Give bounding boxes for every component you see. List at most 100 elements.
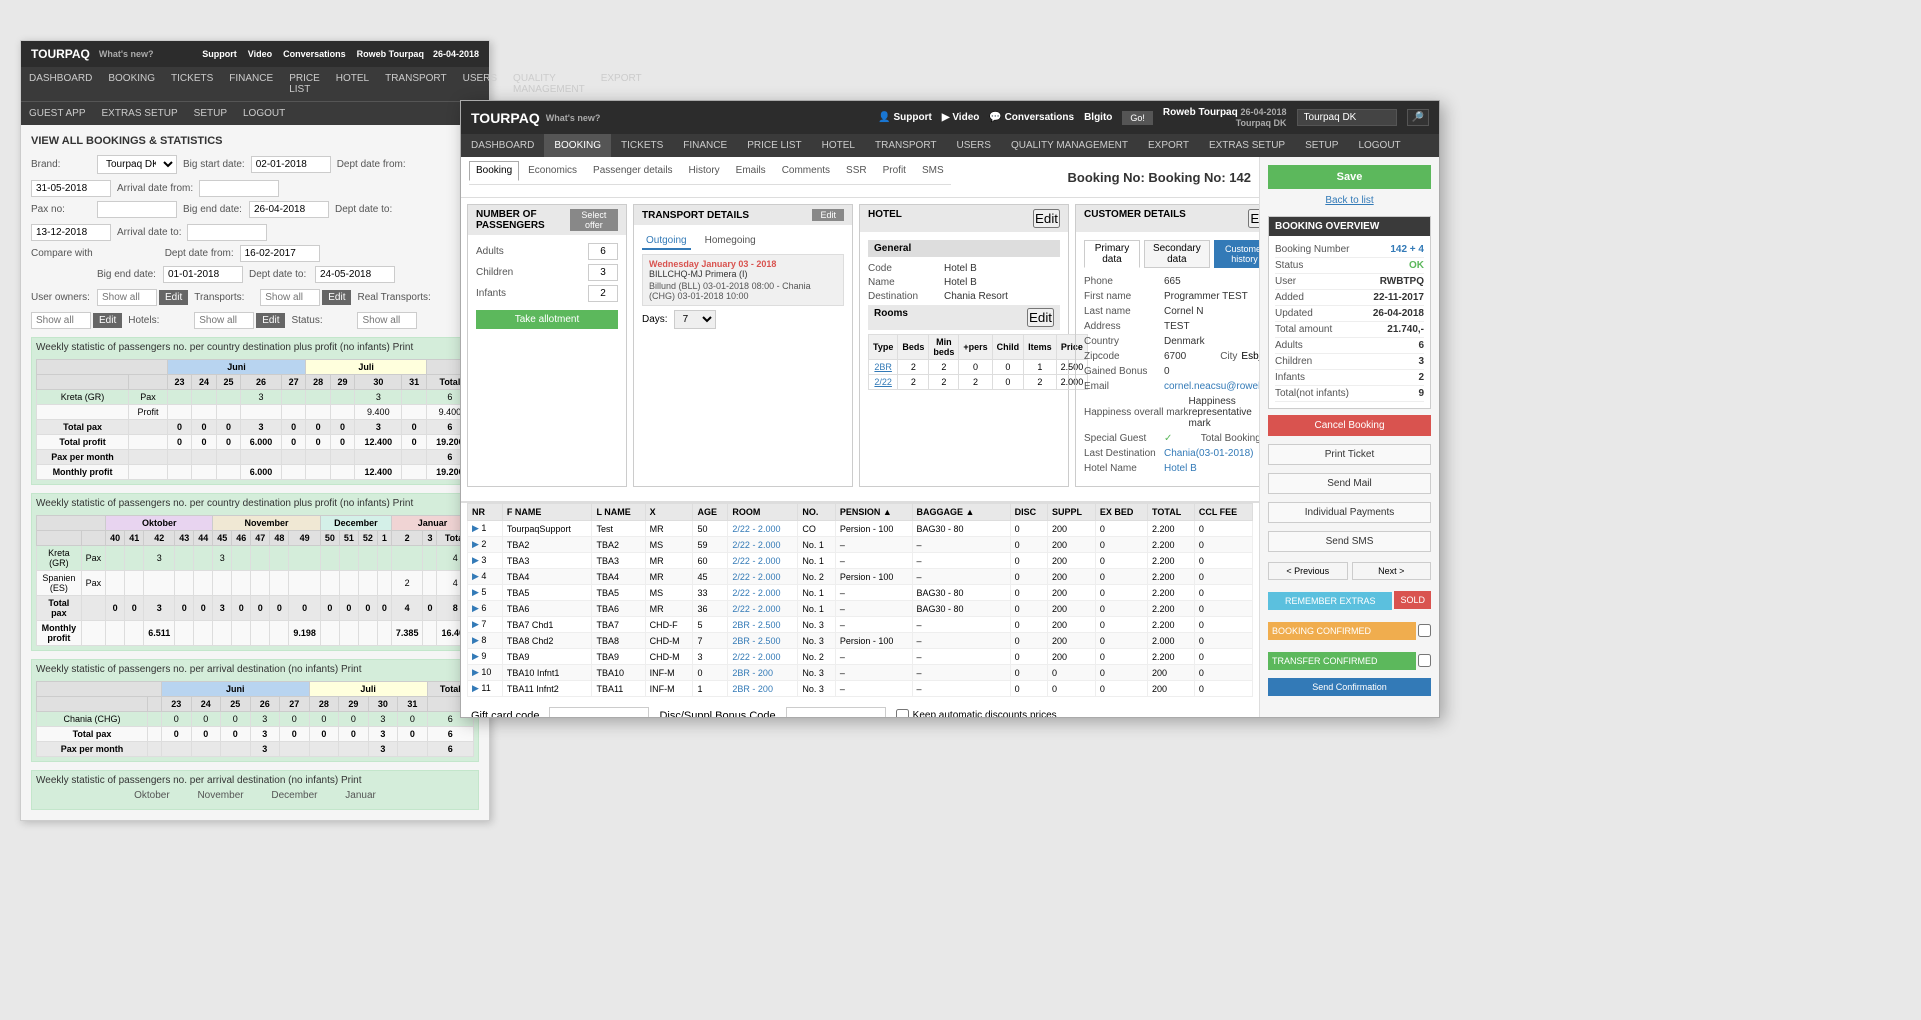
expand-icon-2[interactable]: ▶	[472, 539, 479, 549]
pax-room-link-4[interactable]: 2/22 - 2.000	[732, 572, 780, 582]
pax-no-input[interactable]	[97, 201, 177, 218]
transports-input[interactable]	[260, 289, 320, 306]
pax-select-offer-btn[interactable]: Select offer	[570, 209, 618, 231]
allot-btn[interactable]: Take allotment	[476, 310, 618, 329]
bg-nav-extras[interactable]: EXTRAS SETUP	[94, 102, 186, 125]
tab-economics[interactable]: Economics	[521, 161, 584, 180]
bg-nav-logout[interactable]: LOGOUT	[235, 102, 293, 125]
pax-room-link-11[interactable]: 2BR - 200	[732, 684, 773, 694]
pax-room-link-6[interactable]: 2/22 - 2.000	[732, 604, 780, 614]
transfer-confirmed-checkbox[interactable]	[1418, 654, 1431, 667]
main-blgito[interactable]: Blgito	[1084, 112, 1112, 123]
main-nav-transport[interactable]: TRANSPORT	[865, 134, 947, 157]
sold-btn[interactable]: SOLD	[1394, 591, 1431, 609]
dept-to-input[interactable]	[31, 224, 111, 241]
arrival-from-input[interactable]	[199, 180, 279, 197]
prev-btn[interactable]: < Previous	[1268, 562, 1348, 580]
dept-from2-input[interactable]	[240, 245, 320, 262]
customer-tab-secondary[interactable]: Secondary data	[1144, 240, 1210, 268]
tab-passenger-details[interactable]: Passenger details	[586, 161, 680, 180]
main-nav-qm[interactable]: QUALITY MANAGEMENT	[1001, 134, 1138, 157]
expand-icon-1[interactable]: ▶	[472, 523, 479, 533]
transport-tab-homegoing[interactable]: Homegoing	[701, 233, 760, 250]
save-btn[interactable]: Save	[1268, 165, 1431, 189]
send-confirmation-btn[interactable]: Send Confirmation	[1268, 678, 1431, 696]
hotels-input[interactable]	[194, 312, 254, 329]
dept-to2-input[interactable]	[315, 266, 395, 283]
main-nav-booking[interactable]: BOOKING	[544, 134, 611, 157]
user-owners-edit-btn[interactable]: Edit	[159, 290, 188, 305]
tab-profit[interactable]: Profit	[876, 161, 913, 180]
main-conversations[interactable]: 💬 Conversations	[989, 112, 1074, 123]
back-to-list-link[interactable]: Back to list	[1268, 195, 1431, 206]
transport-edit-btn[interactable]: Edit	[812, 209, 844, 221]
expand-icon-5[interactable]: ▶	[472, 587, 479, 597]
transport-tab-outgoing[interactable]: Outgoing	[642, 233, 691, 250]
bg-nav-guestapp[interactable]: GUEST APP	[21, 102, 94, 125]
expand-icon-9[interactable]: ▶	[472, 651, 479, 661]
tab-history[interactable]: History	[682, 161, 727, 180]
user-owners-input[interactable]	[97, 289, 157, 306]
main-nav-setup[interactable]: SETUP	[1295, 134, 1348, 157]
pax-room-link-8[interactable]: 2BR - 2.500	[732, 636, 780, 646]
expand-icon-11[interactable]: ▶	[472, 683, 479, 693]
bg-nav-qm[interactable]: QUALITY MANAGEMENT	[505, 67, 593, 101]
transfer-confirmed-btn[interactable]: TRANSFER CONFIRMED	[1268, 652, 1416, 670]
send-sms-btn[interactable]: Send SMS	[1268, 531, 1431, 552]
pax-room-link-7[interactable]: 2BR - 2.500	[732, 620, 780, 630]
real-transports-edit-btn[interactable]: Edit	[93, 313, 122, 328]
big-end-input[interactable]	[249, 201, 329, 218]
customer-edit-btn[interactable]: Edit	[1248, 209, 1259, 228]
expand-icon-6[interactable]: ▶	[472, 603, 479, 613]
main-go-btn[interactable]: Go!	[1122, 111, 1153, 125]
pax-room-link-3[interactable]: 2/22 - 2.000	[732, 556, 780, 566]
disc-bonus-input[interactable]	[786, 707, 886, 717]
transports-edit-btn[interactable]: Edit	[322, 290, 351, 305]
main-nav-hotel[interactable]: HOTEL	[812, 134, 865, 157]
main-search-btn[interactable]: 🔎	[1407, 109, 1429, 126]
pax-room-link-2[interactable]: 2/22 - 2.000	[732, 540, 780, 550]
keep-auto-checkbox[interactable]	[896, 709, 909, 717]
send-mail-btn[interactable]: Send Mail	[1268, 473, 1431, 494]
next-btn[interactable]: Next >	[1352, 562, 1432, 580]
main-nav-extras[interactable]: EXTRAS SETUP	[1199, 134, 1295, 157]
main-video[interactable]: ▶ Video	[942, 112, 980, 123]
main-nav-pricelist[interactable]: PRICE LIST	[737, 134, 811, 157]
tab-emails[interactable]: Emails	[729, 161, 773, 180]
bg-nav-booking[interactable]: BOOKING	[100, 67, 163, 101]
bg-nav-hotel[interactable]: HOTEL	[328, 67, 377, 101]
pax-room-link-10[interactable]: 2BR - 200	[732, 668, 773, 678]
brand-select[interactable]: Tourpaq DK	[97, 155, 177, 174]
main-search-input[interactable]	[1297, 109, 1397, 126]
tab-booking[interactable]: Booking	[469, 161, 519, 181]
bg-nav-dashboard[interactable]: DASHBOARD	[21, 67, 100, 101]
bg-nav-pricelist[interactable]: PRICE LIST	[281, 67, 328, 101]
bg-whats-new[interactable]: What's new?	[99, 49, 154, 59]
rooms-edit-btn[interactable]: Edit	[1027, 308, 1054, 327]
bg-nav-transport[interactable]: TRANSPORT	[377, 67, 455, 101]
arrival-to-input[interactable]	[187, 224, 267, 241]
print-ticket-btn[interactable]: Print Ticket	[1268, 444, 1431, 465]
pax-room-link-5[interactable]: 2/22 - 2.000	[732, 588, 780, 598]
bg-nav-export[interactable]: EXPORT	[593, 67, 650, 101]
expand-icon-7[interactable]: ▶	[472, 619, 479, 629]
individual-payments-btn[interactable]: Individual Payments	[1268, 502, 1431, 523]
customer-tab-primary[interactable]: Primary data	[1084, 240, 1140, 268]
bg-nav-setup[interactable]: SETUP	[186, 102, 235, 125]
main-nav-users[interactable]: USERS	[947, 134, 1001, 157]
expand-icon-3[interactable]: ▶	[472, 555, 479, 565]
bg-nav-finance[interactable]: FINANCE	[221, 67, 281, 101]
main-whats-new[interactable]: What's new?	[546, 113, 601, 123]
big-end2-input[interactable]	[163, 266, 243, 283]
remember-extras-btn[interactable]: REMEMBER EXTRAS	[1268, 592, 1392, 610]
expand-icon-10[interactable]: ▶	[472, 667, 479, 677]
real-transports-input[interactable]	[31, 312, 91, 329]
tab-sms[interactable]: SMS	[915, 161, 951, 180]
hotels-edit-btn[interactable]: Edit	[256, 313, 285, 328]
expand-icon-4[interactable]: ▶	[472, 571, 479, 581]
days-select[interactable]: 7 14 21	[674, 310, 716, 329]
room-type-link-2[interactable]: 2/22	[874, 377, 892, 387]
gift-code-input[interactable]	[549, 707, 649, 717]
bg-support[interactable]: Support	[202, 49, 237, 59]
customer-history-btn[interactable]: Customer history	[1214, 240, 1259, 268]
